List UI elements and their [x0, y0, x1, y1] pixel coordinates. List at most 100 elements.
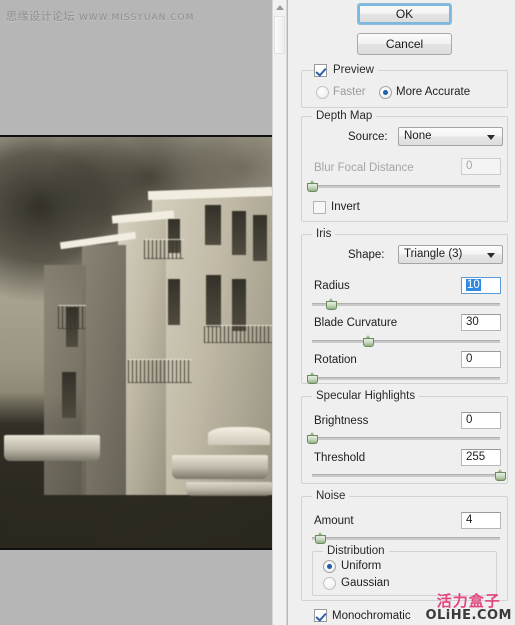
slider-track [312, 303, 500, 306]
watermark-bottom-cn: 活力盒子 [436, 591, 501, 610]
monochromatic-checkbox[interactable] [314, 609, 327, 622]
radio-more-accurate-label: More Accurate [396, 86, 471, 98]
preview-group: Preview Faster More Accurate [301, 64, 508, 108]
slider-knob[interactable] [325, 298, 337, 310]
radio-faster-label: Faster [333, 86, 366, 98]
distribution-legend: Distribution [323, 545, 389, 557]
source-dropdown[interactable]: None [398, 127, 503, 146]
settings-panel: OK Cancel Preview Faster More Accurate D… [288, 0, 515, 625]
slider-knob[interactable] [363, 335, 375, 347]
photo-shape-window [232, 211, 246, 255]
brightness-slider[interactable] [307, 432, 500, 444]
brightness-label: Brightness [314, 415, 369, 427]
blade-curvature-field[interactable]: 30 [461, 314, 501, 331]
ok-button[interactable]: OK [357, 3, 452, 25]
slider-knob[interactable] [314, 532, 326, 544]
photo-shape-window [253, 215, 267, 261]
slider-knob[interactable] [495, 469, 506, 481]
noise-legend: Noise [312, 490, 350, 502]
scroll-up-button[interactable] [273, 0, 286, 15]
radio-more-accurate[interactable] [379, 86, 392, 99]
watermark-bottom: 活力盒子 OLiHE.COM [425, 591, 512, 624]
photo-shape-balcony-rail [58, 305, 86, 329]
rotation-slider[interactable] [307, 372, 500, 384]
threshold-label: Threshold [314, 452, 366, 464]
shape-dropdown[interactable]: Triangle (3) [398, 245, 503, 264]
amount-field[interactable]: 4 [461, 512, 501, 529]
photo-shape-dinghy [186, 482, 272, 496]
vertical-scrollbar[interactable] [272, 0, 287, 625]
threshold-field[interactable]: 255 [461, 449, 501, 466]
invert-checkbox[interactable] [313, 201, 326, 214]
rotation-field[interactable]: 0 [461, 351, 501, 368]
slider-knob[interactable] [307, 432, 318, 444]
radius-slider[interactable] [312, 298, 500, 310]
amount-label: Amount [314, 515, 354, 527]
photo-shape-balcony-rail [144, 239, 184, 259]
watermark-bottom-url: OLiHE.COM [425, 608, 512, 624]
specular-highlights-legend: Specular Highlights [312, 390, 420, 402]
blade-curvature-slider[interactable] [312, 335, 500, 347]
slider-track [312, 340, 500, 343]
photo-shape-window [206, 275, 221, 327]
slider-track [312, 437, 500, 440]
rotation-label: Rotation [314, 354, 357, 366]
photoshop-lens-blur-dialog: 思缘设计论坛 WWW.MISSYUAN.COM OK Cancel Previe… [0, 0, 515, 625]
chevron-down-icon [487, 135, 495, 140]
slider-track [312, 537, 500, 540]
iris-legend: Iris [312, 228, 336, 240]
slider-track [312, 377, 500, 380]
radio-uniform-label: Uniform [341, 560, 382, 572]
chevron-down-icon [487, 253, 495, 258]
radio-uniform[interactable] [323, 560, 336, 573]
image-preview-canvas[interactable]: 思缘设计论坛 WWW.MISSYUAN.COM [0, 0, 272, 625]
slider-knob[interactable] [307, 180, 318, 192]
threshold-slider[interactable] [312, 469, 506, 481]
shape-dropdown-value: Triangle (3) [404, 248, 463, 260]
noise-group: Noise Amount 4 Distribution Uniform Gaus… [301, 490, 508, 601]
photo-shape-window [62, 372, 76, 418]
slider-track [312, 185, 500, 188]
photo-shape-balcony-rail [128, 359, 192, 383]
scrollbar-thumb[interactable] [274, 16, 285, 54]
blur-focal-distance-slider[interactable] [307, 180, 500, 192]
shape-label: Shape: [348, 249, 385, 261]
slider-knob[interactable] [307, 372, 318, 384]
photo-shape-boat-left [4, 435, 100, 461]
radius-label: Radius [314, 280, 350, 292]
watermark-top: 思缘设计论坛 WWW.MISSYUAN.COM [6, 8, 194, 24]
specular-highlights-group: Specular Highlights Brightness 0 Thresho… [301, 390, 508, 484]
watermark-top-cn: 思缘设计论坛 [6, 10, 75, 23]
radius-field[interactable]: 10 [461, 277, 501, 294]
preview-checkbox[interactable] [314, 64, 327, 77]
preview-checkbox-label: Preview [333, 64, 374, 76]
depth-map-group: Depth Map Source: None Blur Focal Distan… [301, 110, 508, 222]
chevron-up-icon [276, 5, 284, 10]
source-label: Source: [348, 131, 388, 143]
photo-shape-balcony-rail [204, 325, 272, 343]
watermark-top-url: WWW.MISSYUAN.COM [79, 13, 195, 23]
slider-track [312, 474, 500, 477]
radio-faster[interactable] [316, 86, 329, 99]
depth-map-legend: Depth Map [312, 110, 377, 122]
source-dropdown-value: None [404, 130, 432, 142]
monochromatic-label: Monochromatic [332, 610, 411, 622]
blur-focal-distance-field[interactable]: 0 [461, 158, 501, 175]
iris-group: Iris Shape: Triangle (3) Radius 10 Blade… [301, 228, 508, 384]
blade-curvature-label: Blade Curvature [314, 317, 398, 329]
invert-label: Invert [331, 201, 360, 213]
photo-shape-window [205, 205, 221, 245]
amount-slider[interactable] [312, 532, 500, 544]
preview-photo-image [0, 137, 272, 548]
radio-gaussian-label: Gaussian [341, 577, 390, 589]
preview-photo[interactable] [0, 135, 272, 550]
photo-shape-boat-canopy [208, 427, 270, 445]
blur-focal-distance-label: Blur Focal Distance [314, 162, 414, 174]
cancel-button[interactable]: Cancel [357, 33, 452, 55]
radio-gaussian[interactable] [323, 577, 336, 590]
distribution-group: Distribution Uniform Gaussian [312, 545, 497, 596]
photo-shape-window [168, 279, 180, 325]
photo-shape-window [232, 279, 246, 331]
photo-shape-boat-right [172, 455, 268, 479]
brightness-field[interactable]: 0 [461, 412, 501, 429]
